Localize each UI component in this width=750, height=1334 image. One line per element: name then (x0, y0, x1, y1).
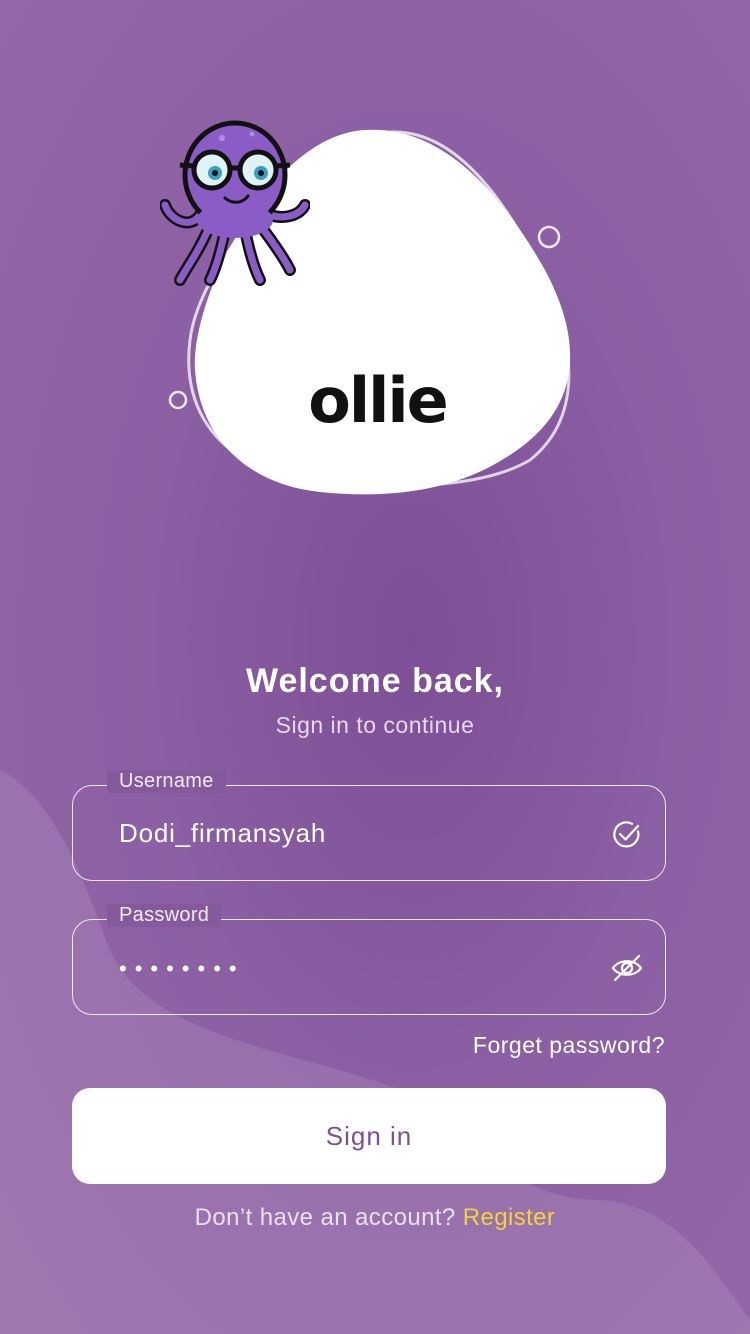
welcome-subtitle: Sign in to continue (275, 712, 475, 738)
logo-blob: ollie (160, 120, 590, 510)
welcome-heading: Welcome back, (245, 662, 505, 700)
username-value[interactable]: Dodi_firmansyah (119, 818, 326, 849)
password-value[interactable]: •••••••• (119, 956, 245, 982)
username-field[interactable]: Username Dodi_firmansyah (72, 770, 666, 881)
check-circle-icon (613, 821, 640, 848)
password-label: Password (107, 904, 222, 927)
sign-in-button[interactable]: Sign in (72, 1088, 666, 1184)
register-link[interactable]: Register (463, 1204, 556, 1231)
register-prompt-text: Don’t have an account? (194, 1204, 456, 1231)
forgot-password-link[interactable]: Forget password? (473, 1032, 665, 1059)
eye-off-icon[interactable] (611, 952, 643, 984)
register-prompt: Don’t have an account? Register (0, 1204, 750, 1232)
octopus-mascot-icon (160, 120, 310, 286)
username-label: Username (107, 770, 226, 793)
password-field[interactable]: Password •••••••• (72, 904, 666, 1015)
brand-logo-text: ollie (308, 364, 448, 437)
